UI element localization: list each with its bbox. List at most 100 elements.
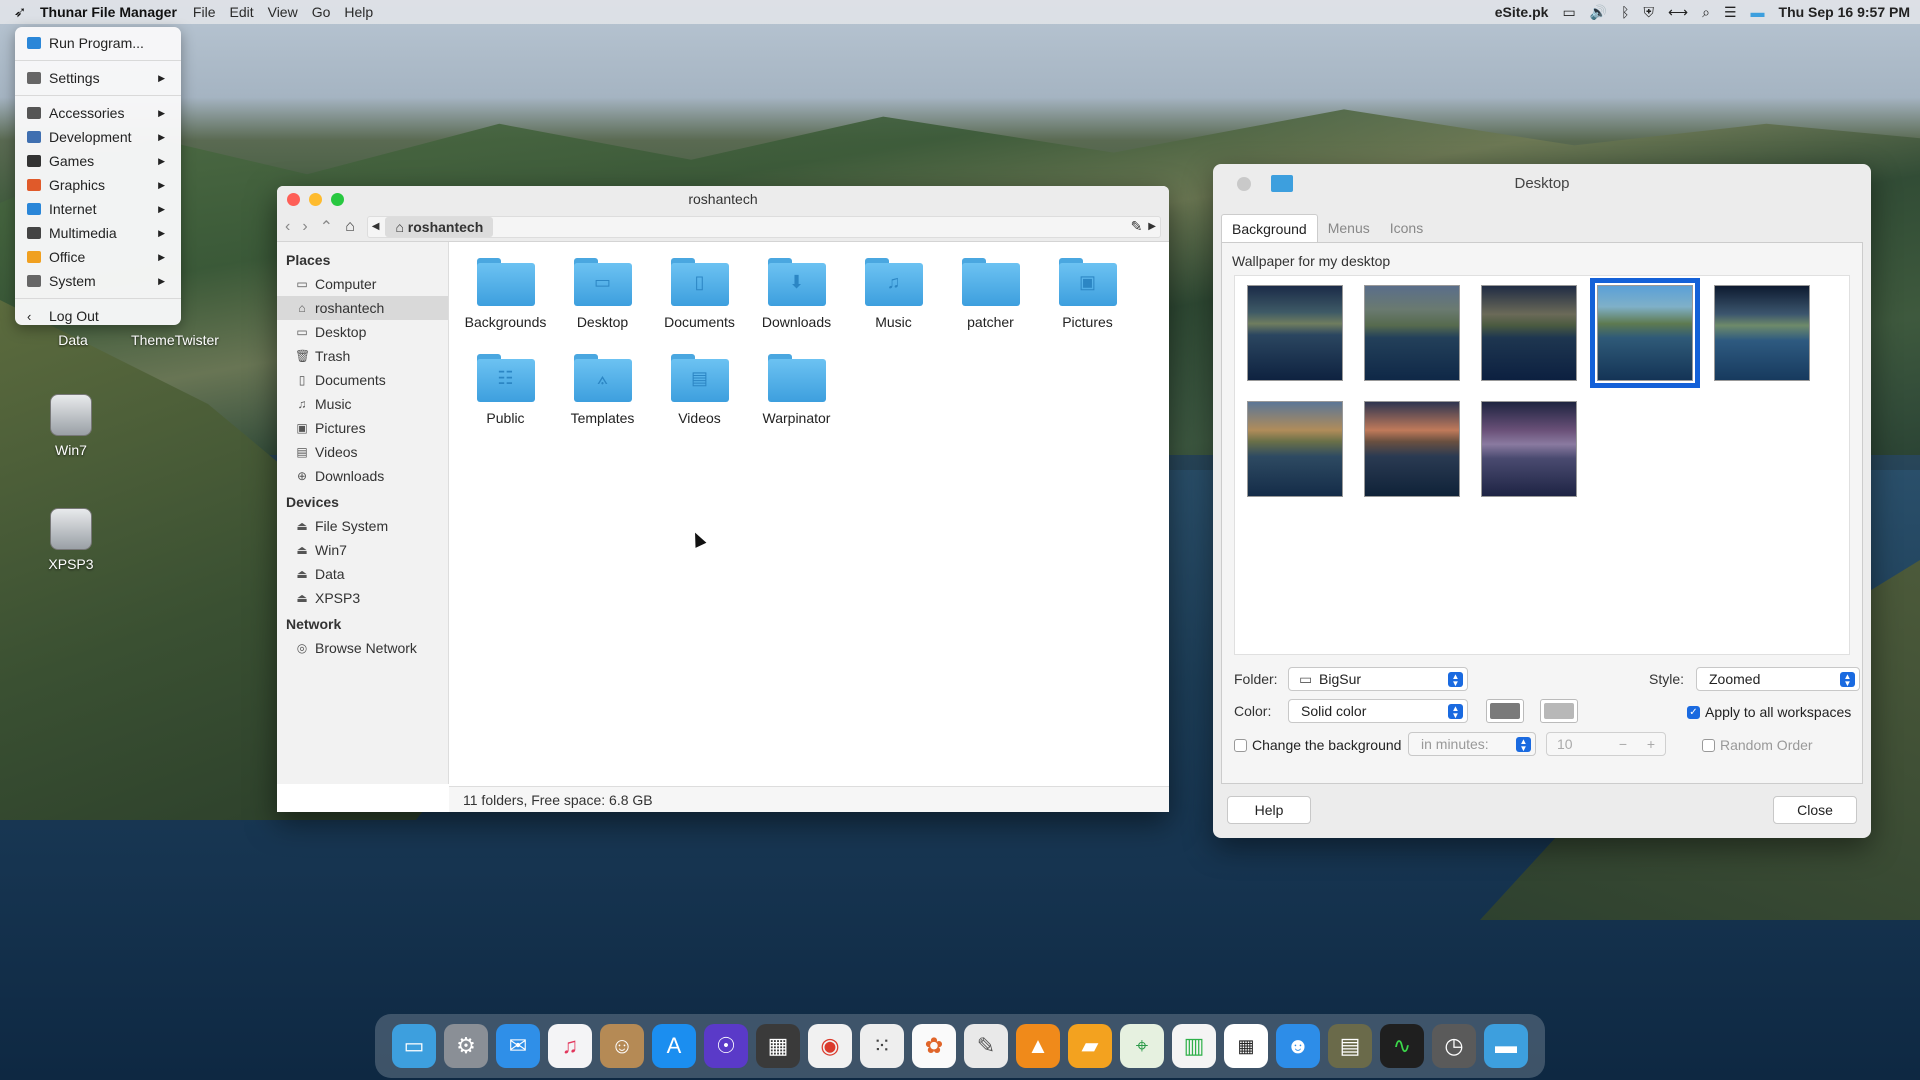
window-titlebar[interactable]: roshantech	[277, 186, 1169, 212]
dock-calendar-icon[interactable]: ▦	[1224, 1024, 1268, 1068]
dock-folder-icon[interactable]: ▬	[1484, 1024, 1528, 1068]
color-select[interactable]: Solid color ▲ ▼	[1288, 699, 1468, 723]
menu-multimedia[interactable]: Multimedia ▶	[15, 221, 181, 245]
sidebar-item-trash[interactable]: 🗑 Trash	[277, 344, 448, 368]
dock-calculator-icon[interactable]: ▦	[756, 1024, 800, 1068]
sidebar-item-data[interactable]: ⏏ Data	[277, 562, 448, 586]
interval-spinbox[interactable]: 10 − +	[1546, 732, 1666, 756]
breadcrumb[interactable]: ⌂ roshantech	[385, 216, 494, 237]
desktop-icon-xpsp3[interactable]: XPSP3	[26, 508, 116, 572]
home-icon[interactable]: ⌂	[345, 218, 355, 236]
wallpaper-thumbnail[interactable]	[1247, 401, 1343, 497]
folder-item[interactable]: ▭ Desktop	[554, 252, 651, 348]
sidebar-item-pictures[interactable]: ▣ Pictures	[277, 416, 448, 440]
app-name[interactable]: Thunar File Manager	[40, 4, 177, 20]
menu-internet[interactable]: Internet ▶	[15, 197, 181, 221]
desktop-icon-data[interactable]: Data	[28, 332, 118, 348]
sidebar-item-computer[interactable]: ▭ Computer	[277, 272, 448, 296]
sidebar-item-music[interactable]: ♫ Music	[277, 392, 448, 416]
window-titlebar[interactable]: Desktop	[1213, 164, 1871, 204]
menu-view[interactable]: View	[268, 4, 298, 20]
folder-select[interactable]: ▭ BigSur ▲ ▼	[1288, 667, 1468, 691]
menu-graphics[interactable]: Graphics ▶	[15, 173, 181, 197]
dock-activity-monitor-icon[interactable]: ∿	[1380, 1024, 1424, 1068]
style-select[interactable]: Zoomed ▲ ▼	[1696, 667, 1860, 691]
dock-launchpad-icon[interactable]: ⁙	[860, 1024, 904, 1068]
apply-all-workspaces-checkbox[interactable]: ✓ Apply to all workspaces	[1687, 704, 1851, 720]
close-button[interactable]	[287, 193, 300, 206]
wallpaper-thumbnail[interactable]	[1247, 285, 1343, 381]
battery-icon[interactable]: ▭	[1562, 4, 1575, 21]
sidebar-item-videos[interactable]: ▤ Videos	[277, 440, 448, 464]
dock-numbers-icon[interactable]: ▥	[1172, 1024, 1216, 1068]
sidebar-item-roshantech[interactable]: ⌂ roshantech	[277, 296, 448, 320]
menu-file[interactable]: File	[193, 4, 216, 20]
maximize-button[interactable]	[331, 193, 344, 206]
wallpaper-thumbnail[interactable]	[1481, 401, 1577, 497]
sidebar-item-documents[interactable]: ▯ Documents	[277, 368, 448, 392]
wallpaper-thumbnail[interactable]	[1481, 285, 1577, 381]
folder-item[interactable]: ▯ Documents	[651, 252, 748, 348]
bluetooth-icon[interactable]: ᛒ	[1621, 4, 1629, 20]
menu-edit[interactable]: Edit	[229, 4, 253, 20]
list-icon[interactable]: ☰	[1724, 4, 1737, 21]
sidebar-item-file-system[interactable]: ⏏ File System	[277, 514, 448, 538]
interval-unit-select[interactable]: in minutes: ▲ ▼	[1408, 732, 1536, 756]
minus-icon[interactable]: −	[1619, 733, 1627, 755]
sidebar-item-downloads[interactable]: ⊕ Downloads	[277, 464, 448, 488]
dock-appstore-icon[interactable]: A	[652, 1024, 696, 1068]
dock-finder-icon[interactable]: ☻	[1276, 1024, 1320, 1068]
wallpaper-thumbnail[interactable]	[1714, 285, 1810, 381]
dock-photos-icon[interactable]: ✿	[912, 1024, 956, 1068]
folder-item[interactable]: ⬇ Downloads	[748, 252, 845, 348]
plus-icon[interactable]: +	[1647, 733, 1655, 755]
menu-development[interactable]: Development ▶	[15, 125, 181, 149]
wallpaper-thumbnail[interactable]	[1364, 285, 1460, 381]
menu-settings[interactable]: Settings ▶	[15, 66, 181, 90]
volume-icon[interactable]: 🔊	[1590, 4, 1607, 21]
up-icon[interactable]: ⌃	[320, 217, 333, 237]
menu-help[interactable]: Help	[344, 4, 373, 20]
folder-item[interactable]: ☷ Public	[457, 348, 554, 444]
dock-files-icon[interactable]: ▭	[392, 1024, 436, 1068]
sidebar-item-win7[interactable]: ⏏ Win7	[277, 538, 448, 562]
tab-menus[interactable]: Menus	[1318, 214, 1380, 242]
random-order-checkbox[interactable]: Random Order	[1702, 737, 1813, 753]
dock-settings-icon[interactable]: ⚙	[444, 1024, 488, 1068]
primary-color-button[interactable]	[1486, 699, 1524, 723]
path-left-arrow-icon[interactable]: ◀	[372, 221, 380, 232]
search-icon[interactable]: ⌕	[1702, 4, 1710, 21]
app-menu-icon[interactable]: ➶	[0, 3, 40, 21]
menu-go[interactable]: Go	[312, 4, 331, 20]
desktop-icon-themetwister[interactable]: ThemeTwister	[130, 332, 220, 348]
change-background-checkbox[interactable]: Change the background	[1234, 737, 1401, 753]
sidebar-item-desktop[interactable]: ▭ Desktop	[277, 320, 448, 344]
folder-item[interactable]: ⟑ Templates	[554, 348, 651, 444]
edit-path-icon[interactable]: ✎	[1131, 218, 1143, 235]
file-view[interactable]: Backgrounds ▭ Desktop ▯ Documents ⬇ Downloa…	[449, 242, 1169, 784]
back-icon[interactable]: ‹	[285, 218, 290, 236]
path-right-arrow-icon[interactable]: ▶	[1148, 221, 1156, 232]
menu-system[interactable]: System ▶	[15, 269, 181, 293]
folder-item[interactable]: Backgrounds	[457, 252, 554, 348]
sidebar-item-xpsp3[interactable]: ⏏ XPSP3	[277, 586, 448, 610]
help-button[interactable]: Help	[1227, 796, 1311, 824]
menu-log-out[interactable]: ‹ Log Out	[15, 304, 181, 328]
menu-run-program[interactable]: Run Program...	[15, 31, 181, 55]
dock-mail-icon[interactable]: ✉	[496, 1024, 540, 1068]
dock-chrome-icon[interactable]: ◉	[808, 1024, 852, 1068]
forward-icon[interactable]: ›	[302, 218, 307, 236]
dock-keynote-icon[interactable]: ▰	[1068, 1024, 1112, 1068]
menu-games[interactable]: Games ▶	[15, 149, 181, 173]
wallpaper-thumbnail-selected[interactable]	[1590, 278, 1700, 388]
sidebar-item-browse-network[interactable]: ◎ Browse Network	[277, 636, 448, 660]
tab-background[interactable]: Background	[1221, 214, 1318, 242]
network-icon[interactable]: ⟷	[1668, 4, 1688, 21]
folder-item[interactable]: ▣ Pictures	[1039, 252, 1136, 348]
folder-item[interactable]: ♫ Music	[845, 252, 942, 348]
menu-office[interactable]: Office ▶	[15, 245, 181, 269]
desktop-icon-win7[interactable]: Win7	[26, 394, 116, 458]
tab-icons[interactable]: Icons	[1380, 214, 1433, 242]
folder-item[interactable]: patcher	[942, 252, 1039, 348]
dock-vlc-icon[interactable]: ▲	[1016, 1024, 1060, 1068]
